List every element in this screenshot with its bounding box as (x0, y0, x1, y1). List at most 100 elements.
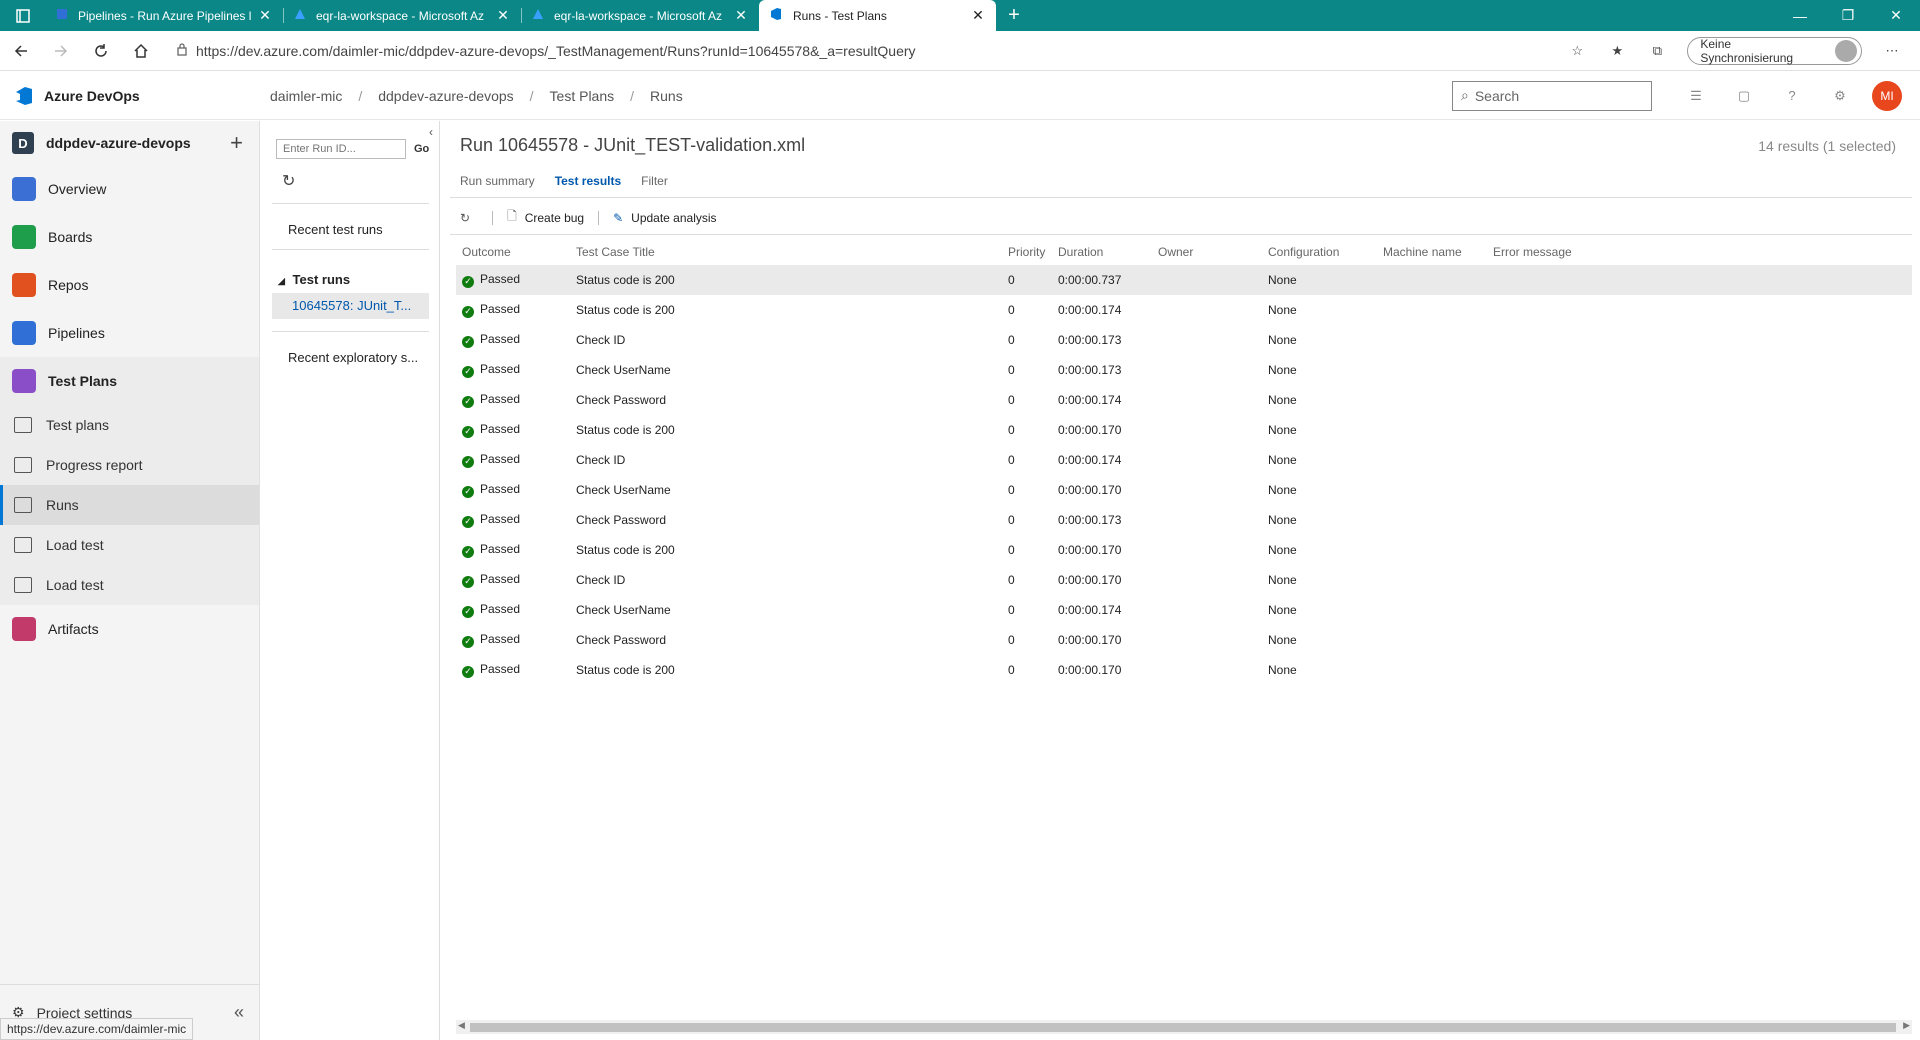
column-header-error[interactable]: Error message (1487, 239, 1912, 265)
go-button[interactable]: Go (414, 143, 429, 155)
nav-subitem-progress-report[interactable]: Progress report (0, 445, 259, 485)
tab-test-results[interactable]: Test results (555, 174, 621, 188)
column-header-duration[interactable]: Duration (1052, 239, 1152, 265)
tab-close-icon[interactable]: ✕ (257, 7, 273, 24)
new-tab-button[interactable]: + (996, 0, 1032, 31)
column-header-configuration[interactable]: Configuration (1262, 239, 1377, 265)
cell-outcome: ✓ Passed (456, 625, 570, 655)
table-row[interactable]: ✓ Passed Check UserName 0 0:00:00.173 None (456, 355, 1912, 385)
nav-subitem-load-test[interactable]: Load test (0, 525, 259, 565)
create-bug-button[interactable]: 🗋 Create bug (507, 207, 584, 228)
nav-item-artifacts[interactable]: Artifacts (0, 605, 259, 653)
tab-close-icon[interactable]: ✕ (733, 7, 749, 24)
breadcrumb-runs[interactable]: Runs (650, 88, 683, 104)
collections-icon[interactable]: ⧉ (1637, 35, 1677, 67)
cell-owner (1152, 505, 1262, 535)
nav-item-pipelines[interactable]: Pipelines (0, 309, 259, 357)
breadcrumb-test-plans[interactable]: Test Plans (550, 88, 615, 104)
sync-profile-button[interactable]: Keine Synchronisierung (1687, 36, 1863, 65)
favorites-icon[interactable]: ★ (1597, 35, 1637, 67)
update-analysis-button[interactable]: ✎ Update analysis (613, 211, 716, 225)
search-box[interactable]: ⌕ Search (1452, 80, 1652, 111)
table-row[interactable]: ✓ Passed Check UserName 0 0:00:00.174 None (456, 595, 1912, 625)
recent-exploratory-link[interactable]: Recent exploratory s... (262, 332, 439, 365)
cell-config: None (1268, 633, 1297, 647)
browser-tab-workspace-2[interactable]: eqr-la-workspace - Microsoft Az ✕ (522, 0, 759, 31)
add-icon[interactable]: + (230, 130, 243, 156)
lock-icon[interactable] (168, 42, 196, 59)
nav-subitem-load-test-2[interactable]: Load test (0, 565, 259, 605)
table-row[interactable]: ✓ Passed Check ID 0 0:00:00.170 None (456, 565, 1912, 595)
reload-icon[interactable] (82, 35, 120, 67)
breadcrumb-org[interactable]: daimler-mic (270, 88, 342, 104)
tab-close-icon[interactable]: ✕ (970, 7, 986, 24)
refresh-icon[interactable]: ↻ (262, 159, 439, 191)
azure-devops-logo[interactable]: Azure DevOps (0, 86, 270, 106)
scrollbar-thumb[interactable] (470, 1023, 1896, 1032)
cell-priority: 0 (1008, 513, 1015, 527)
collapse-pane-icon[interactable]: ‹ (429, 125, 433, 139)
address-bar[interactable]: https://dev.azure.com/daimler-mic/ddpdev… (168, 36, 1557, 66)
browser-tab-pipelines[interactable]: Pipelines - Run Azure Pipelines l ✕ (46, 0, 283, 31)
close-window-icon[interactable]: ✕ (1872, 0, 1920, 31)
table-row[interactable]: ✓ Passed Check ID 0 0:00:00.173 None (456, 325, 1912, 355)
test-runs-group[interactable]: ◢ Test runs (262, 250, 439, 287)
more-options-icon[interactable]: ⋯ (1872, 35, 1912, 67)
table-row[interactable]: ✓ Passed Check UserName 0 0:00:00.170 None (456, 475, 1912, 505)
work-items-icon[interactable]: ☰ (1672, 88, 1720, 104)
cell-title: Check ID (576, 453, 626, 467)
nav-item-overview[interactable]: Overview (0, 165, 259, 213)
marketplace-bag-icon[interactable]: ▢ (1720, 88, 1768, 104)
nav-subitem-test-plans[interactable]: Test plans (0, 405, 259, 445)
nav-subitem-runs[interactable]: Runs (0, 485, 259, 525)
nav-item-test-plans[interactable]: Test Plans (0, 357, 259, 405)
cell-error (1487, 385, 1912, 415)
horizontal-scrollbar[interactable]: ◀ ▶ (456, 1020, 1912, 1034)
passed-check-icon: ✓ (462, 275, 474, 288)
tab-run-summary[interactable]: Run summary (460, 174, 535, 188)
nav-item-boards[interactable]: Boards (0, 213, 259, 261)
tab-close-icon[interactable]: ✕ (495, 7, 511, 24)
table-row[interactable]: ✓ Passed Check Password 0 0:00:00.170 None (456, 625, 1912, 655)
collapse-nav-icon[interactable]: « (234, 1002, 244, 1023)
table-row[interactable]: ✓ Passed Status code is 200 0 0:00:00.737 Non… (456, 265, 1912, 295)
refresh-results-button[interactable]: ↻ (460, 211, 478, 225)
table-row[interactable]: ✓ Passed Status code is 200 0 0:00:00.170 Non… (456, 655, 1912, 685)
scroll-right-icon[interactable]: ▶ (1903, 1020, 1910, 1031)
column-header-outcome[interactable]: Outcome (456, 239, 570, 265)
restore-icon[interactable]: ❐ (1824, 0, 1872, 31)
cell-priority: 0 (1008, 663, 1015, 677)
table-row[interactable]: ✓ Passed Status code is 200 0 0:00:00.170 Non… (456, 415, 1912, 445)
recent-test-runs-link[interactable]: Recent test runs (262, 204, 439, 237)
user-avatar[interactable]: MI (1872, 80, 1902, 111)
forward-arrow-icon[interactable] (42, 35, 80, 67)
user-settings-icon[interactable]: ⚙ (1816, 88, 1864, 104)
breadcrumb-project[interactable]: ddpdev-azure-devops (378, 88, 513, 104)
column-header-title[interactable]: Test Case Title (570, 239, 1002, 265)
tab-actions-icon[interactable] (0, 0, 46, 31)
cell-owner (1152, 475, 1262, 505)
table-row[interactable]: ✓ Passed Status code is 200 0 0:00:00.170 Non… (456, 535, 1912, 565)
table-row[interactable]: ✓ Passed Check ID 0 0:00:00.174 None (456, 445, 1912, 475)
back-arrow-icon[interactable] (2, 35, 40, 67)
home-icon[interactable] (122, 35, 160, 67)
cell-duration: 0:00:00.173 (1058, 333, 1122, 347)
tab-filter[interactable]: Filter (641, 174, 668, 188)
table-row[interactable]: ✓ Passed Status code is 200 0 0:00:00.174 Non… (456, 295, 1912, 325)
add-favorite-icon[interactable]: ☆ (1557, 35, 1597, 67)
browser-tab-runs[interactable]: Runs - Test Plans ✕ (759, 0, 996, 31)
column-header-machine[interactable]: Machine name (1377, 239, 1487, 265)
scroll-left-icon[interactable]: ◀ (458, 1020, 465, 1031)
column-header-priority[interactable]: Priority (1002, 239, 1052, 265)
table-row[interactable]: ✓ Passed Check Password 0 0:00:00.173 None (456, 505, 1912, 535)
selected-test-run[interactable]: 10645578: JUnit_T... (272, 293, 429, 319)
minimize-icon[interactable]: — (1776, 0, 1824, 31)
outcome-label: Passed (480, 272, 521, 287)
help-icon[interactable]: ? (1768, 88, 1816, 103)
run-id-input[interactable] (276, 139, 406, 159)
column-header-owner[interactable]: Owner (1152, 239, 1262, 265)
project-header[interactable]: D ddpdev-azure-devops + (0, 121, 259, 165)
browser-tab-workspace-1[interactable]: eqr-la-workspace - Microsoft Az ✕ (284, 0, 521, 31)
table-row[interactable]: ✓ Passed Check Password 0 0:00:00.174 None (456, 385, 1912, 415)
nav-item-repos[interactable]: Repos (0, 261, 259, 309)
